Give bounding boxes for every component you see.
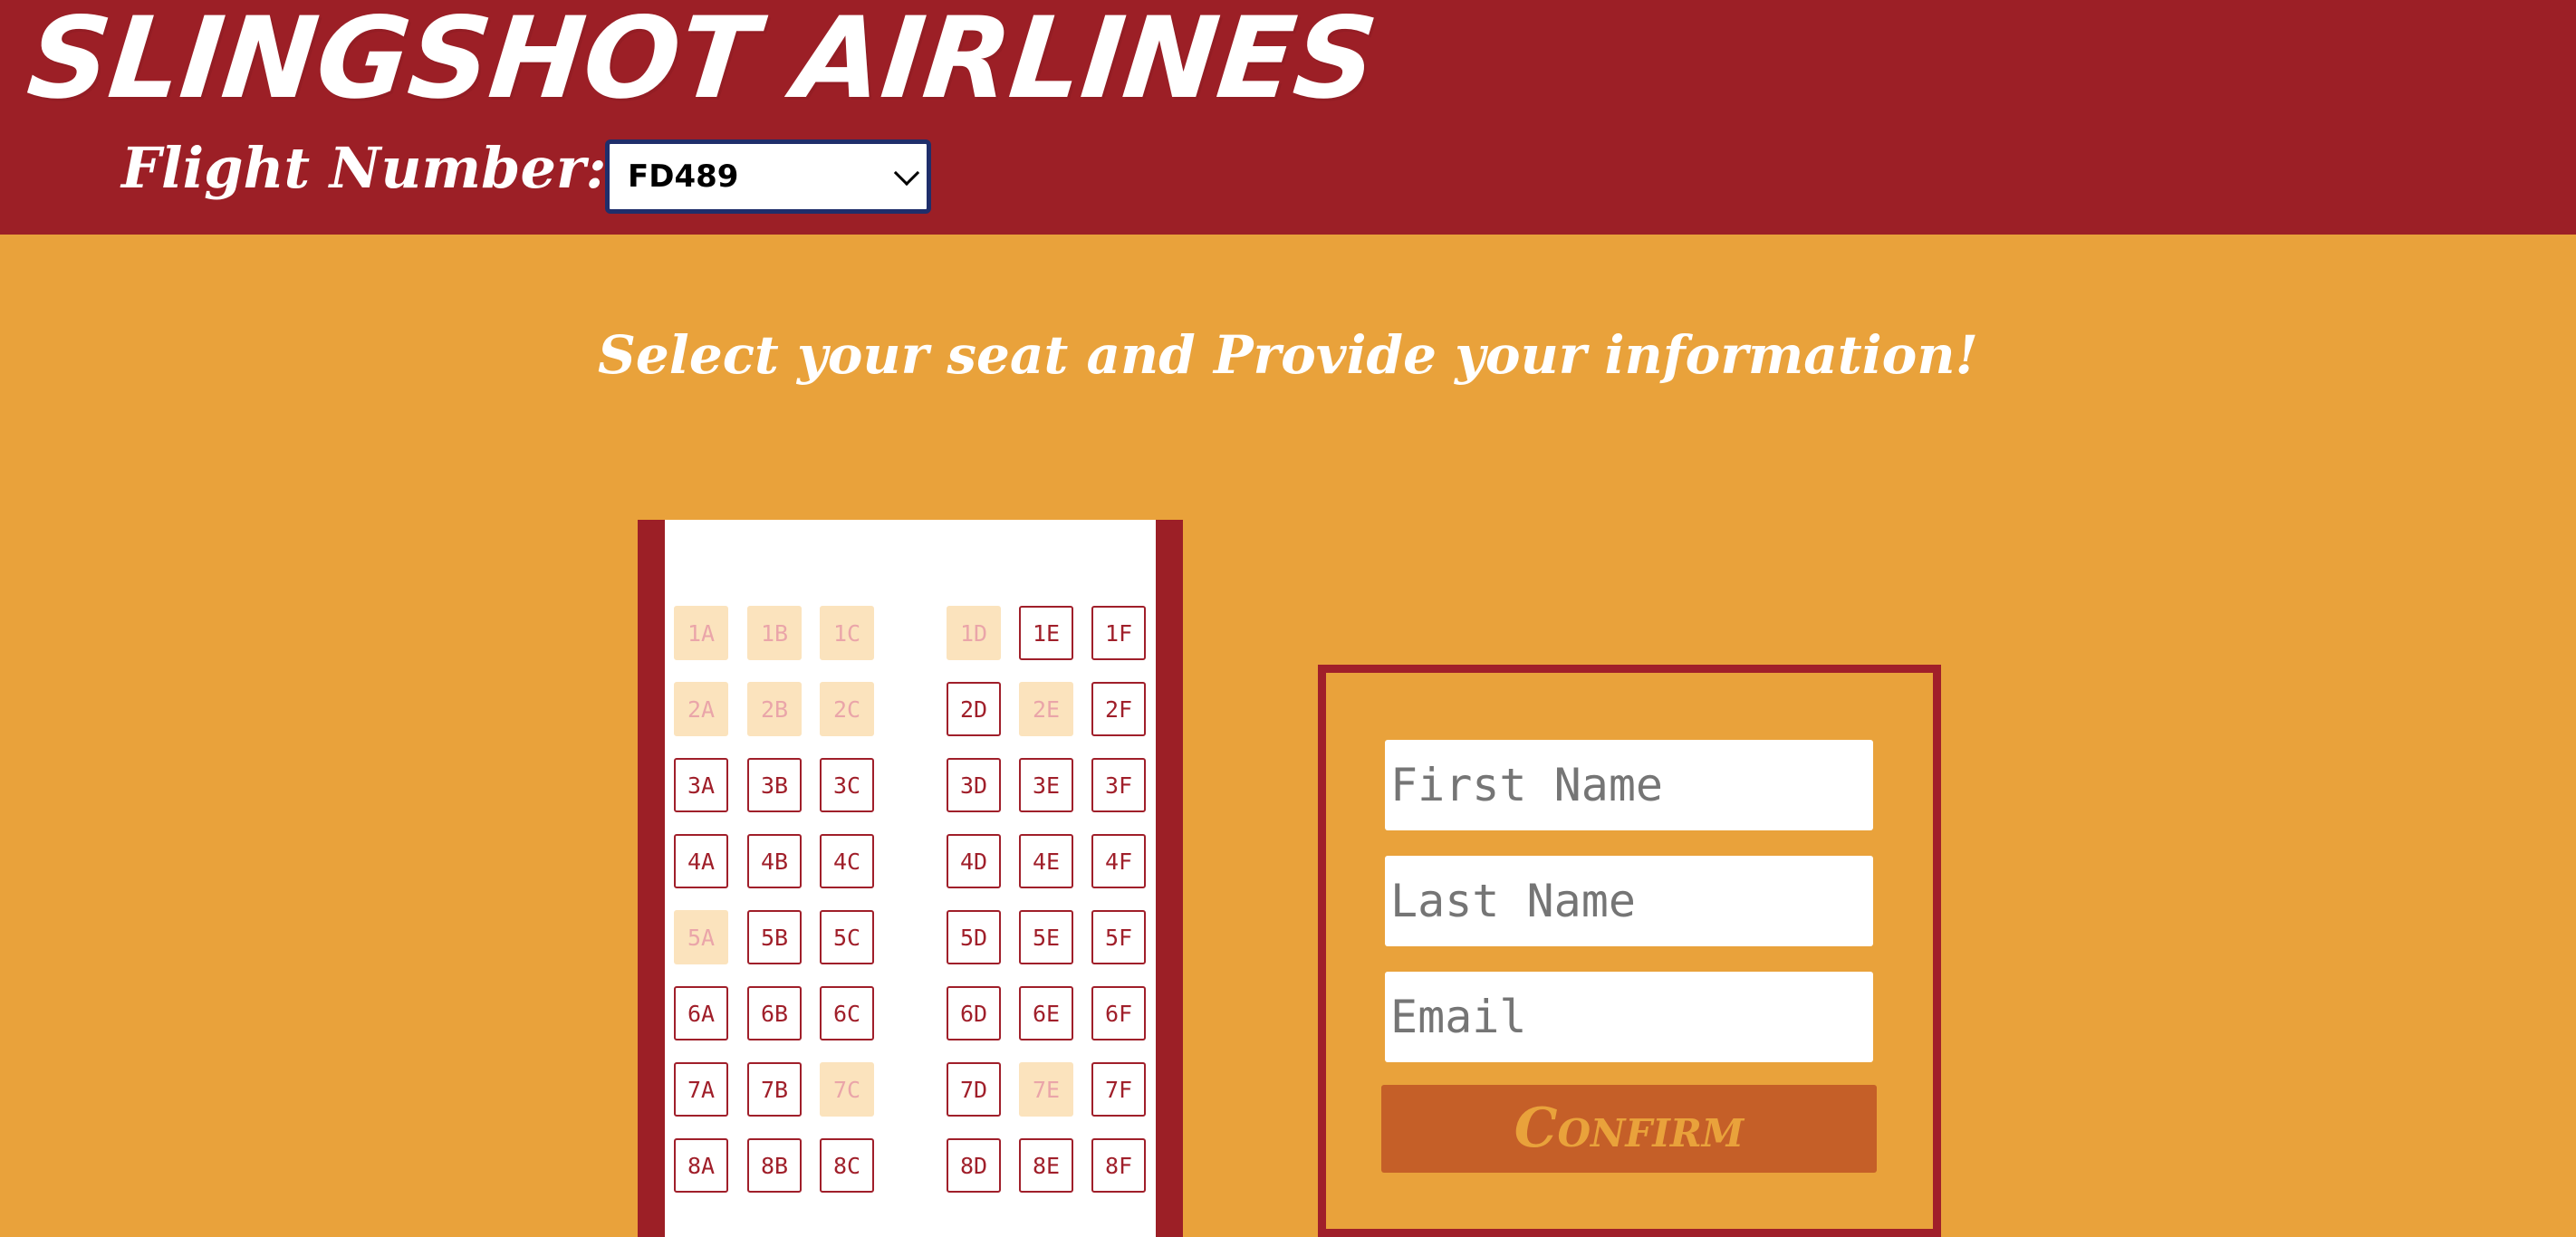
seat-1f[interactable]: 1F <box>1091 606 1146 660</box>
seat-8d[interactable]: 8D <box>947 1138 1001 1193</box>
seat-7a[interactable]: 7A <box>674 1062 728 1117</box>
seat-8a[interactable]: 8A <box>674 1138 728 1193</box>
flight-number-value: FD489 <box>628 158 739 195</box>
seat-2d[interactable]: 2D <box>947 682 1001 736</box>
seat-1e[interactable]: 1E <box>1019 606 1073 660</box>
seat-7b[interactable]: 7B <box>747 1062 802 1117</box>
seat-8e[interactable]: 8E <box>1019 1138 1073 1193</box>
seat-7d[interactable]: 7D <box>947 1062 1001 1117</box>
email-field[interactable] <box>1385 972 1873 1062</box>
seat-4c[interactable]: 4C <box>820 834 874 888</box>
last-name-field[interactable] <box>1385 856 1873 946</box>
seat-3a[interactable]: 3A <box>674 758 728 812</box>
seat-5a: 5A <box>674 910 728 964</box>
seat-5c[interactable]: 5C <box>820 910 874 964</box>
seat-2f[interactable]: 2F <box>1091 682 1146 736</box>
seat-8c[interactable]: 8C <box>820 1138 874 1193</box>
seat-4a[interactable]: 4A <box>674 834 728 888</box>
seat-4f[interactable]: 4F <box>1091 834 1146 888</box>
seat-5b[interactable]: 5B <box>747 910 802 964</box>
site-header: Slingshot Airlines Flight Number: FD489 <box>0 0 2576 235</box>
seat-8b[interactable]: 8B <box>747 1138 802 1193</box>
seat-3b[interactable]: 3B <box>747 758 802 812</box>
seat-3e[interactable]: 3E <box>1019 758 1073 812</box>
seat-7c: 7C <box>820 1062 874 1117</box>
seat-3d[interactable]: 3D <box>947 758 1001 812</box>
page-instruction: Select your seat and Provide your inform… <box>598 324 1978 386</box>
seat-2b: 2B <box>747 682 802 736</box>
first-name-field[interactable] <box>1385 740 1873 830</box>
seat-6b[interactable]: 6B <box>747 986 802 1040</box>
confirm-button[interactable]: Confirm <box>1381 1085 1877 1173</box>
seat-1d: 1D <box>947 606 1001 660</box>
brand-logo: Slingshot Airlines <box>22 0 1383 124</box>
seat-6c[interactable]: 6C <box>820 986 874 1040</box>
seat-5e[interactable]: 5E <box>1019 910 1073 964</box>
seat-3c[interactable]: 3C <box>820 758 874 812</box>
seat-6d[interactable]: 6D <box>947 986 1001 1040</box>
seat-4d[interactable]: 4D <box>947 834 1001 888</box>
seat-1a: 1A <box>674 606 728 660</box>
seat-8f[interactable]: 8F <box>1091 1138 1146 1193</box>
flight-number-label: Flight Number: <box>121 135 607 201</box>
flight-number-select[interactable]: FD489 <box>605 139 931 214</box>
seat-6e[interactable]: 6E <box>1019 986 1073 1040</box>
seat-5f[interactable]: 5F <box>1091 910 1146 964</box>
seat-7e: 7E <box>1019 1062 1073 1117</box>
seat-2e: 2E <box>1019 682 1073 736</box>
seat-4b[interactable]: 4B <box>747 834 802 888</box>
seat-2a: 2A <box>674 682 728 736</box>
chevron-down-icon <box>893 159 920 187</box>
seat-6f[interactable]: 6F <box>1091 986 1146 1040</box>
seat-5d[interactable]: 5D <box>947 910 1001 964</box>
seat-1b: 1B <box>747 606 802 660</box>
seat-3f[interactable]: 3F <box>1091 758 1146 812</box>
seat-2c: 2C <box>820 682 874 736</box>
seat-1c: 1C <box>820 606 874 660</box>
seat-6a[interactable]: 6A <box>674 986 728 1040</box>
seat-4e[interactable]: 4E <box>1019 834 1073 888</box>
seat-7f[interactable]: 7F <box>1091 1062 1146 1117</box>
